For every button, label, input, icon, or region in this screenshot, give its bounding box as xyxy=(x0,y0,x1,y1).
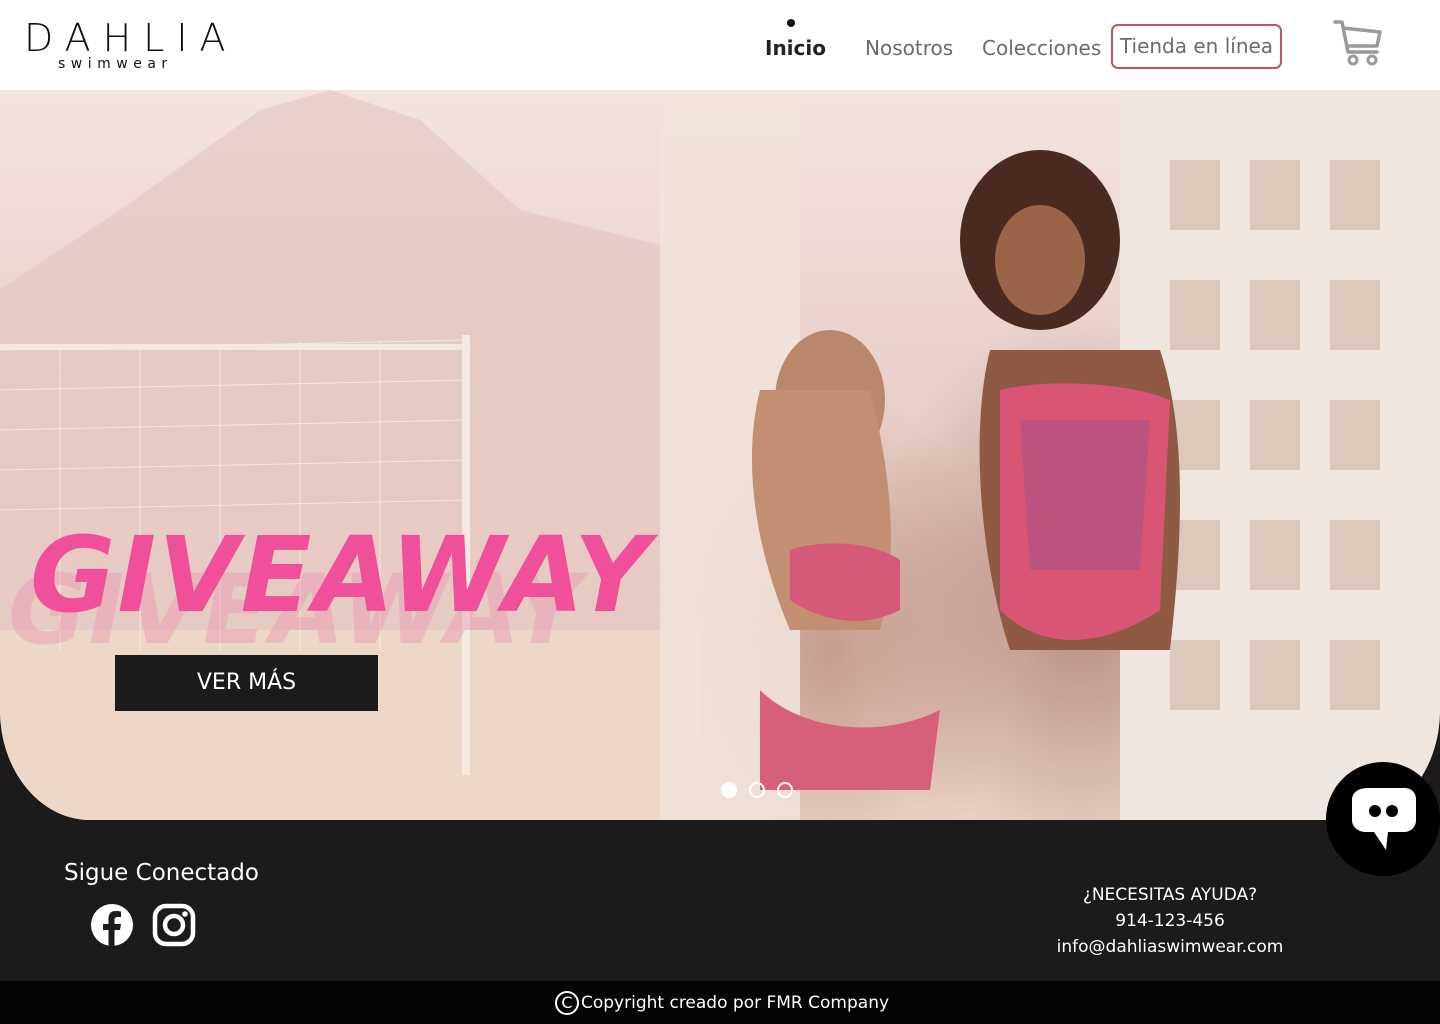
brand-logo[interactable]: DAHLIA swimwear xyxy=(24,16,226,76)
copyright-notice: C Copyright creado por FMR Company xyxy=(555,990,889,1016)
brand-tagline: swimwear xyxy=(58,56,173,72)
carousel-dot-1[interactable] xyxy=(721,782,737,798)
brand-name: DAHLIA xyxy=(24,16,238,60)
carousel-dot-3[interactable] xyxy=(777,782,793,798)
help-title: ¿NECESITAS AYUDA? xyxy=(1082,885,1258,905)
social-section-title: Sigue Conectado xyxy=(64,860,259,886)
hero-banner: GIVEAWAY GIVEAWAY VER MÁS xyxy=(0,90,1440,820)
help-email[interactable]: info@dahliaswimwear.com xyxy=(1040,934,1300,960)
chat-bubble-icon xyxy=(1352,788,1416,850)
facebook-icon[interactable] xyxy=(90,903,134,947)
copyright-text: Copyright creado por FMR Company xyxy=(581,993,890,1013)
giveaway-headline: GIVEAWAY xyxy=(30,514,652,636)
copyright-icon: C xyxy=(555,991,579,1015)
cart-icon[interactable] xyxy=(1332,18,1384,68)
nav-item-colecciones[interactable]: Colecciones xyxy=(982,34,1101,62)
active-nav-indicator xyxy=(787,19,795,27)
nav-item-nosotros[interactable]: Nosotros xyxy=(865,34,953,62)
carousel-dot-2[interactable] xyxy=(749,782,765,798)
help-phone[interactable]: 914-123-456 xyxy=(1040,908,1300,934)
site-header: DAHLIA swimwear Inicio Nosotros Coleccio… xyxy=(0,0,1440,90)
chat-button[interactable] xyxy=(1326,762,1440,876)
online-shop-button[interactable]: Tienda en línea xyxy=(1111,24,1282,69)
ver-mas-button[interactable]: VER MÁS xyxy=(115,655,378,711)
nav-item-inicio[interactable]: Inicio xyxy=(765,34,826,62)
instagram-icon[interactable] xyxy=(152,903,196,947)
help-contact: ¿NECESITAS AYUDA? 914-123-456 info@dahli… xyxy=(1040,882,1300,960)
